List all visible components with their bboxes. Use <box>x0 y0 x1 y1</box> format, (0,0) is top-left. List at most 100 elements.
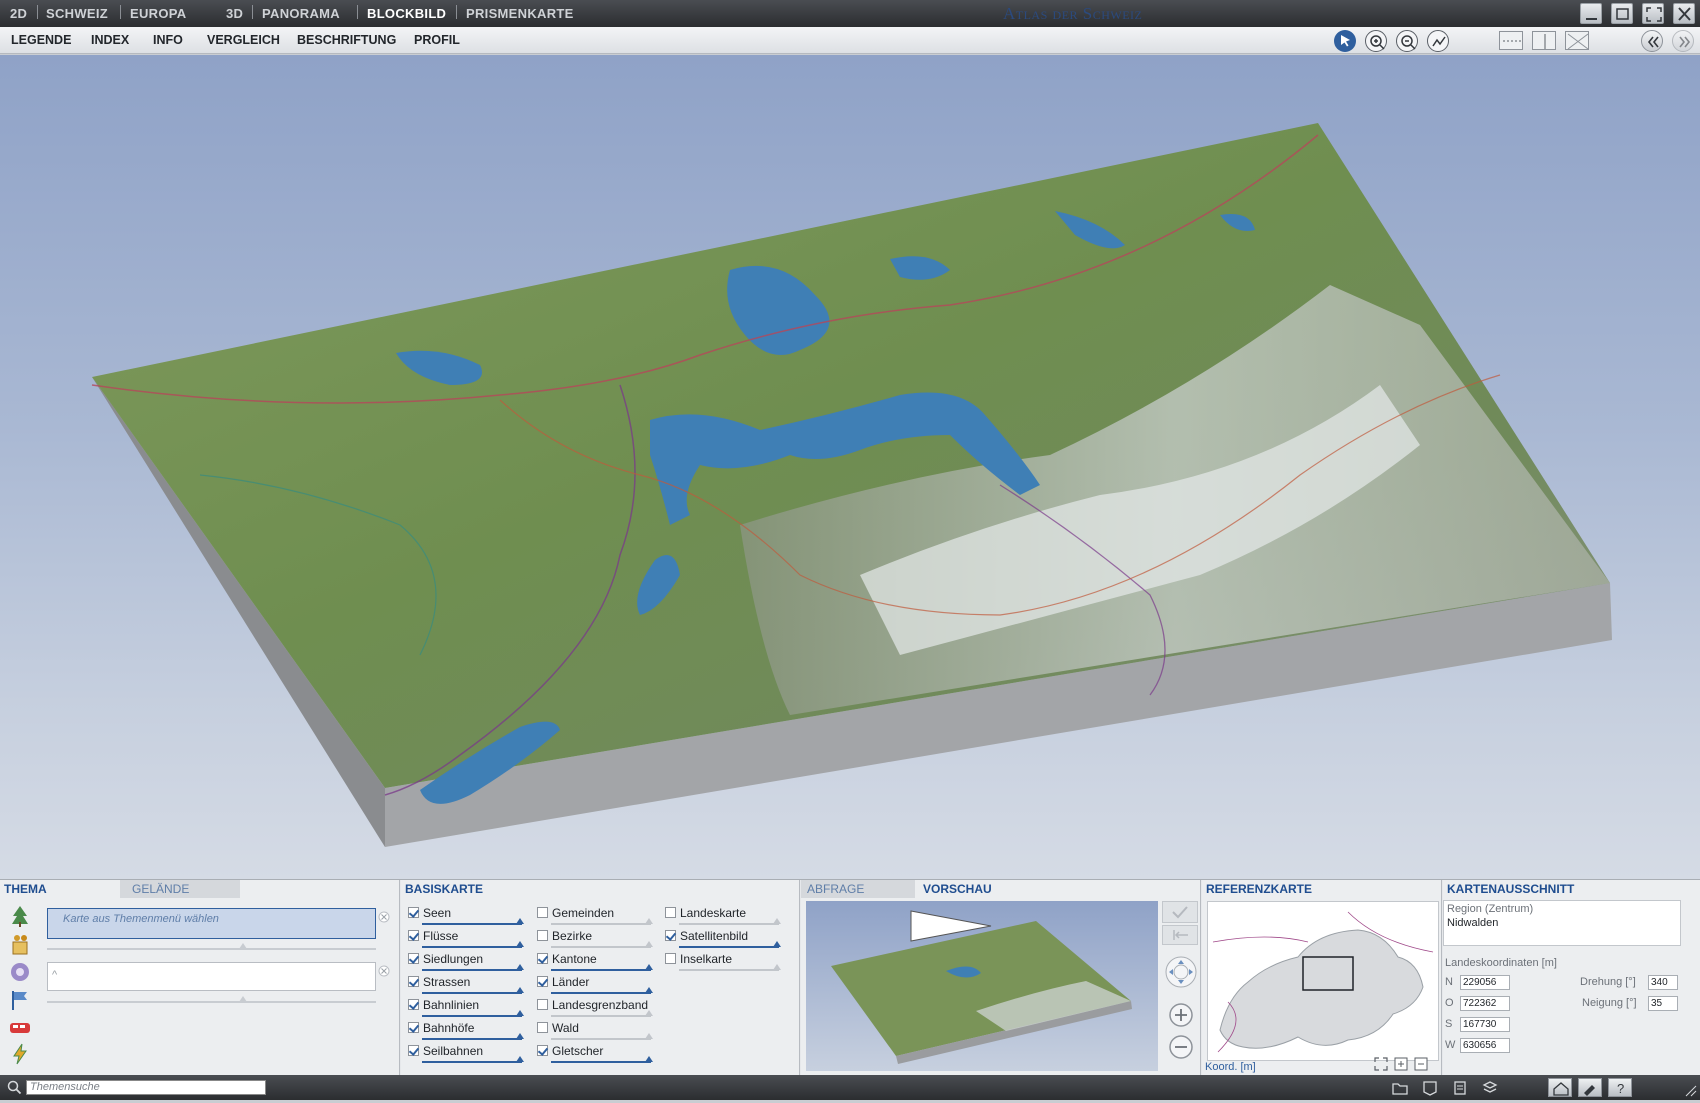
layer-checkbox[interactable] <box>537 999 548 1010</box>
close-button[interactable] <box>1673 3 1695 24</box>
second-theme-field[interactable]: ^ <box>47 962 376 991</box>
blockbild-3d-view[interactable] <box>0 55 1700 879</box>
layer-flüsse[interactable]: Flüsse <box>408 929 526 951</box>
coord-s-field[interactable]: 167730 <box>1460 1017 1510 1032</box>
layer-checkbox[interactable] <box>537 953 548 964</box>
layer-opacity-slider[interactable] <box>551 941 653 948</box>
layer-opacity-slider[interactable] <box>422 941 524 948</box>
restore-button[interactable] <box>1611 3 1633 24</box>
layer-satellitenbild[interactable]: Satellitenbild <box>665 929 783 951</box>
split-horizontal-button[interactable] <box>1499 31 1523 50</box>
layer-opacity-slider[interactable] <box>679 918 781 925</box>
layer-opacity-slider[interactable] <box>551 1010 653 1017</box>
split-vertical-button[interactable] <box>1532 31 1556 50</box>
layer-landeskarte[interactable]: Landeskarte <box>665 906 783 928</box>
layer-checkbox[interactable] <box>408 999 419 1010</box>
split-none-button[interactable] <box>1565 31 1589 50</box>
layer-opacity-slider[interactable] <box>551 918 653 925</box>
zoom-out-tool-button[interactable] <box>1396 30 1418 52</box>
fit-extent-icon[interactable] <box>1374 1057 1388 1071</box>
layer-opacity-slider[interactable] <box>679 941 781 948</box>
mode-prismenkarte[interactable]: PRISMENKARTE <box>466 6 574 21</box>
profile-tool-button[interactable] <box>1427 30 1449 52</box>
layer-checkbox[interactable] <box>408 907 419 918</box>
tab-abfrage[interactable]: ABFRAGE <box>801 880 915 898</box>
layer-checkbox[interactable] <box>537 930 548 941</box>
layer-kantone[interactable]: Kantone <box>537 952 655 974</box>
zoom-in-round-icon[interactable] <box>1168 1002 1194 1028</box>
menu-legende[interactable]: LEGENDE <box>11 33 71 47</box>
layer-checkbox[interactable] <box>408 1022 419 1033</box>
layer-opacity-slider[interactable] <box>422 1033 524 1040</box>
train-transport-icon[interactable] <box>8 1016 32 1040</box>
print-icon[interactable] <box>1451 1079 1469 1096</box>
layer-inselkarte[interactable]: Inselkarte <box>665 952 783 974</box>
layer-checkbox[interactable] <box>408 1045 419 1056</box>
layer-checkbox[interactable] <box>408 953 419 964</box>
layer-checkbox[interactable] <box>537 976 548 987</box>
drehung-field[interactable]: 340 <box>1648 975 1678 990</box>
theme-select-field[interactable]: Karte aus Themenmenü wählen <box>47 908 376 939</box>
mode-blockbild[interactable]: BLOCKBILD <box>367 6 446 21</box>
tab-gelaende[interactable]: GELÄNDE <box>120 880 240 898</box>
layer-opacity-slider[interactable] <box>422 987 524 994</box>
tab-vorschau[interactable]: VORSCHAU <box>919 880 1039 898</box>
select-tool-button[interactable] <box>1334 30 1356 52</box>
coord-n-field[interactable]: 229056 <box>1460 975 1510 990</box>
mode-3d[interactable]: 3D <box>226 6 243 21</box>
preview-reset-button[interactable] <box>1162 925 1198 945</box>
layer-landesgrenzband[interactable]: Landesgrenzband <box>537 998 655 1020</box>
mode-schweiz[interactable]: SCHWEIZ <box>46 6 108 21</box>
minimize-button[interactable] <box>1580 3 1602 24</box>
flag-politics-icon[interactable] <box>8 988 32 1012</box>
layer-siedlungen[interactable]: Siedlungen <box>408 952 526 974</box>
mode-panorama[interactable]: PANORAMA <box>262 6 340 21</box>
layer-opacity-slider[interactable] <box>551 1033 653 1040</box>
layer-opacity-slider[interactable] <box>551 964 653 971</box>
layer-checkbox[interactable] <box>537 1022 548 1033</box>
layer-opacity-slider[interactable] <box>422 1010 524 1017</box>
coord-o-field[interactable]: 722362 <box>1460 996 1510 1011</box>
home-button[interactable] <box>1548 1078 1572 1097</box>
preview-confirm-button[interactable] <box>1162 901 1198 923</box>
theme-search-input[interactable]: Themensuche <box>26 1080 266 1095</box>
theme-opacity-slider[interactable] <box>47 943 376 950</box>
forest-icon[interactable] <box>8 904 32 928</box>
layer-opacity-slider[interactable] <box>551 1056 653 1063</box>
second-theme-slider[interactable] <box>47 996 376 1003</box>
menu-profil[interactable]: PROFIL <box>414 33 460 47</box>
menu-info[interactable]: INFO <box>153 33 183 47</box>
save-icon[interactable] <box>1421 1079 1439 1096</box>
layer-seen[interactable]: Seen <box>408 906 526 928</box>
people-icon[interactable] <box>8 932 32 956</box>
energy-icon[interactable] <box>8 1042 32 1066</box>
back-button[interactable] <box>1641 30 1663 52</box>
resize-grip-icon[interactable] <box>1683 1083 1697 1097</box>
layer-opacity-slider[interactable] <box>422 918 524 925</box>
layer-opacity-slider[interactable] <box>422 1056 524 1063</box>
zoom-in-tool-button[interactable] <box>1365 30 1387 52</box>
layer-opacity-slider[interactable] <box>679 964 781 971</box>
layer-länder[interactable]: Länder <box>537 975 655 997</box>
reference-map[interactable] <box>1207 901 1439 1061</box>
menu-beschriftung[interactable]: BESCHRIFTUNG <box>297 33 396 47</box>
layer-gletscher[interactable]: Gletscher <box>537 1044 655 1066</box>
tools-button[interactable] <box>1578 1078 1602 1097</box>
folder-icon[interactable] <box>1391 1079 1409 1096</box>
help-button[interactable]: ? <box>1608 1078 1632 1097</box>
gear-economy-icon[interactable] <box>8 960 32 984</box>
preview-viewport[interactable] <box>806 901 1158 1071</box>
mode-europa[interactable]: EUROPA <box>130 6 186 21</box>
layer-checkbox[interactable] <box>408 930 419 941</box>
clear-theme-icon[interactable] <box>378 911 390 923</box>
mode-2d[interactable]: 2D <box>10 6 27 21</box>
layer-bahnhöfe[interactable]: Bahnhöfe <box>408 1021 526 1043</box>
layer-opacity-slider[interactable] <box>551 987 653 994</box>
layer-wald[interactable]: Wald <box>537 1021 655 1043</box>
layer-checkbox[interactable] <box>665 953 676 964</box>
menu-index[interactable]: INDEX <box>91 33 129 47</box>
layer-checkbox[interactable] <box>537 1045 548 1056</box>
zoom-out-round-icon[interactable] <box>1168 1034 1194 1060</box>
layer-opacity-slider[interactable] <box>422 964 524 971</box>
neigung-field[interactable]: 35 <box>1648 996 1678 1011</box>
